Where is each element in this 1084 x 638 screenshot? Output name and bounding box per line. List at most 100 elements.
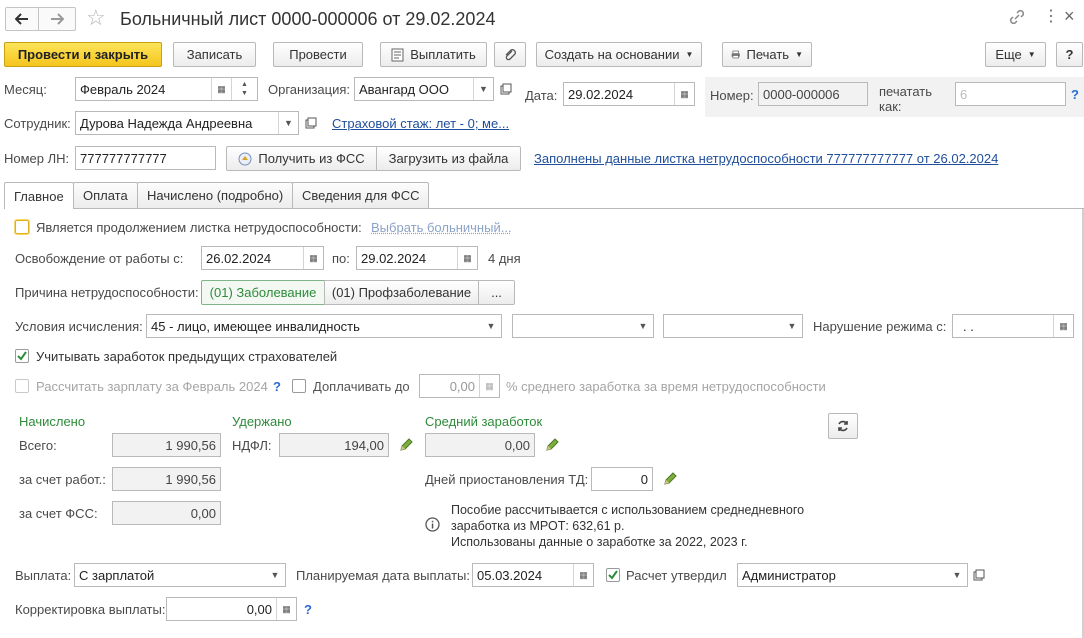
employer-label: за счет работ.:	[19, 472, 106, 487]
total-field[interactable]: 1 990,56	[112, 433, 221, 457]
adjust-field[interactable]: 0,00 ▦	[166, 597, 297, 621]
calendar-icon[interactable]: ▦	[1053, 315, 1073, 337]
employee-field[interactable]: Дурова Надежда Андреевна ▼	[75, 111, 299, 135]
tab-payment[interactable]: Оплата	[73, 182, 138, 208]
calc-salary-checkbox[interactable]	[15, 379, 29, 393]
post-and-close-button[interactable]: Провести и закрыть	[4, 42, 162, 67]
conditions-field[interactable]: 45 - лицо, имеющее инвалидность ▼	[146, 314, 502, 338]
continuation-checkbox[interactable]	[14, 219, 30, 235]
choose-sick-leave-link[interactable]: Выбрать больничный...	[371, 220, 512, 235]
avg-earnings-field[interactable]: 0,00	[425, 433, 535, 457]
edit-suspension-pencil-icon[interactable]	[662, 471, 678, 487]
dropdown-arrow-icon[interactable]: ▼	[782, 315, 802, 337]
sick-leave-number-label: Номер ЛН:	[4, 151, 70, 166]
nav-forward-button[interactable]	[39, 7, 76, 31]
sick-leave-number-field[interactable]: 777777777777	[75, 146, 216, 170]
number-field[interactable]: 0000-000006	[758, 82, 868, 106]
calculator-icon[interactable]: ▦	[479, 375, 499, 397]
info-icon	[425, 517, 440, 532]
refresh-button[interactable]	[828, 413, 858, 439]
print-as-field[interactable]: 6	[955, 82, 1066, 106]
conditions-extra-field-1[interactable]: ▼	[512, 314, 654, 338]
cause-disease-button[interactable]: (01) Заболевание	[201, 280, 325, 305]
calculator-icon[interactable]: ▦	[276, 598, 296, 620]
cause-occupational-button[interactable]: (01) Профзаболевание	[324, 280, 479, 305]
paperclip-icon	[505, 48, 516, 60]
open-approver-icon[interactable]	[970, 563, 988, 587]
cause-more-button[interactable]: ...	[478, 280, 515, 305]
payout-field[interactable]: С зарплатой ▼	[74, 563, 286, 587]
violation-date-field[interactable]: . . ▦	[952, 314, 1074, 338]
release-from-field[interactable]: 26.02.2024 ▦	[201, 246, 324, 270]
prev-employers-checkbox[interactable]	[15, 349, 29, 363]
create-based-button[interactable]: Создать на основании ▼	[536, 42, 702, 67]
open-employee-icon[interactable]	[302, 111, 320, 135]
edit-ndfl-pencil-icon[interactable]	[398, 437, 414, 453]
pay-button[interactable]: Выплатить	[380, 42, 487, 67]
print-button[interactable]: Печать ▼	[722, 42, 812, 67]
calendar-icon[interactable]: ▦	[211, 78, 231, 100]
calendar-icon[interactable]: ▦	[303, 247, 323, 269]
dropdown-arrow-icon[interactable]: ▼	[633, 315, 653, 337]
dropdown-arrow-icon: ▼	[795, 50, 803, 59]
topup-suffix: % среднего заработка за время нетрудоспо…	[506, 379, 826, 394]
calc-salary-label: Рассчитать зарплату за Февраль 2024	[36, 379, 268, 394]
organization-field[interactable]: Авангард ООО ▼	[354, 77, 494, 101]
month-stepper[interactable]: ▲ ▼	[231, 78, 257, 100]
ndfl-field[interactable]: 194,00	[279, 433, 389, 457]
favorite-star-icon[interactable]: ☆	[86, 6, 106, 30]
release-to-label: по:	[332, 251, 350, 266]
filled-data-link[interactable]: Заполнены данные листка нетрудоспособнос…	[534, 151, 998, 166]
close-icon[interactable]: ×	[1064, 6, 1075, 26]
release-to-field[interactable]: 29.02.2024 ▦	[356, 246, 478, 270]
adjust-label: Корректировка выплаты:	[15, 602, 166, 617]
suspension-field[interactable]: 0	[591, 467, 653, 491]
days-count: 4 дня	[488, 251, 521, 266]
tab-accrued-details[interactable]: Начислено (подробно)	[137, 182, 294, 208]
planned-date-field[interactable]: 05.03.2024 ▦	[472, 563, 594, 587]
get-from-fss-button[interactable]: Получить из ФСС	[226, 146, 377, 171]
tab-main[interactable]: Главное	[4, 182, 74, 209]
adjust-help-icon[interactable]: ?	[304, 602, 312, 617]
attach-button[interactable]	[494, 42, 526, 67]
topup-field[interactable]: 0,00 ▦	[419, 374, 500, 398]
calendar-icon[interactable]: ▦	[573, 564, 593, 586]
open-organization-icon[interactable]	[497, 77, 515, 101]
dropdown-arrow-icon[interactable]: ▼	[481, 315, 501, 337]
edit-avg-pencil-icon[interactable]	[544, 437, 560, 453]
accrued-header: Начислено	[19, 414, 86, 429]
dropdown-arrow-icon[interactable]: ▼	[265, 564, 285, 586]
dropdown-arrow-icon[interactable]: ▼	[278, 112, 298, 134]
dropdown-arrow-icon[interactable]: ▼	[947, 564, 967, 586]
approver-field[interactable]: Администратор ▼	[737, 563, 968, 587]
fss-exchange-icon	[238, 152, 252, 165]
dropdown-arrow-icon[interactable]: ▼	[473, 78, 493, 100]
release-label: Освобождение от работы с:	[15, 251, 184, 266]
employer-field[interactable]: 1 990,56	[112, 467, 221, 491]
date-field[interactable]: 29.02.2024 ▦	[563, 82, 695, 106]
post-button[interactable]: Провести	[273, 42, 363, 67]
fss-field[interactable]: 0,00	[112, 501, 221, 525]
month-label: Месяц:	[4, 82, 47, 97]
calc-salary-help-icon[interactable]: ?	[273, 379, 281, 394]
calendar-icon[interactable]: ▦	[674, 83, 694, 105]
insurance-experience-link[interactable]: Страховой стаж: лет - 0; ме...	[332, 116, 509, 131]
tab-fss-info[interactable]: Сведения для ФСС	[292, 182, 430, 208]
conditions-extra-field-2[interactable]: ▼	[663, 314, 803, 338]
save-button[interactable]: Записать	[173, 42, 256, 67]
withheld-header: Удержано	[232, 414, 292, 429]
more-menu-icon[interactable]: ⋮	[1043, 8, 1059, 26]
cause-label: Причина нетрудоспособности:	[15, 285, 199, 300]
more-button[interactable]: Еще ▼	[985, 42, 1046, 67]
month-field[interactable]: Февраль 2024 ▦ ▲ ▼	[75, 77, 258, 101]
approved-checkbox[interactable]	[606, 568, 620, 582]
dropdown-arrow-icon: ▼	[685, 50, 694, 59]
help-button[interactable]: ?	[1056, 42, 1083, 67]
calendar-icon[interactable]: ▦	[457, 247, 477, 269]
topup-checkbox[interactable]	[292, 379, 306, 393]
load-from-file-button[interactable]: Загрузить из файла	[376, 146, 521, 171]
print-as-help-icon[interactable]: ?	[1071, 87, 1079, 102]
nav-back-button[interactable]	[5, 7, 39, 31]
checkmark-icon	[17, 351, 27, 361]
link-icon[interactable]	[1008, 8, 1026, 26]
